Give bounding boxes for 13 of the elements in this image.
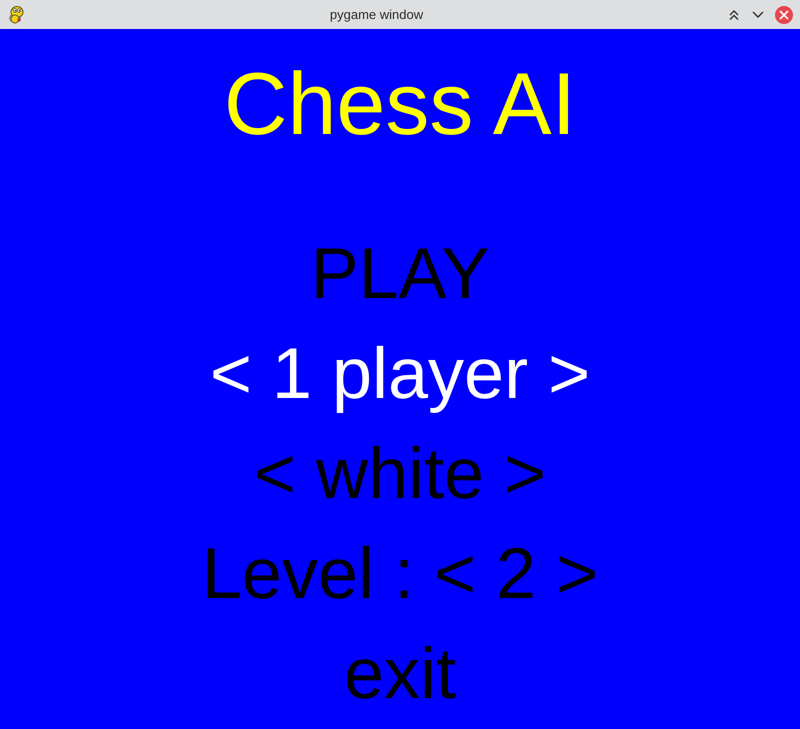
menu-item[interactable]: Level : < 2 > [202, 524, 598, 624]
snake-icon [6, 4, 26, 24]
close-button[interactable] [775, 6, 793, 24]
menu-item[interactable]: < 1 player > [210, 324, 590, 424]
menu-item[interactable]: < white > [254, 424, 546, 524]
close-icon [779, 10, 789, 20]
menu-item[interactable]: PLAY [310, 224, 490, 324]
keep-above-button[interactable] [727, 8, 741, 22]
menu-item[interactable]: exit [344, 624, 456, 724]
game-title: Chess AI [224, 54, 576, 154]
chevron-down-icon [752, 11, 764, 18]
window-title: pygame window [330, 6, 424, 24]
double-chevron-up-icon [728, 8, 740, 20]
